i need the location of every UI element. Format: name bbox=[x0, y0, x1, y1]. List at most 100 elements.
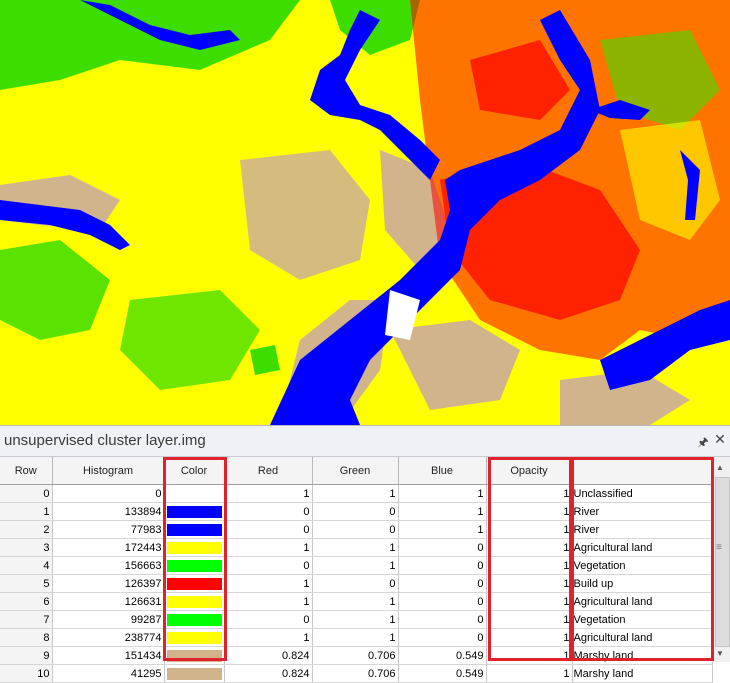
green-cell[interactable]: 0.706 bbox=[312, 646, 399, 665]
blue-cell[interactable]: 0 bbox=[398, 556, 487, 575]
blue-cell[interactable]: 0 bbox=[398, 574, 487, 593]
table-row[interactable]: 9 151434 0.824 0.706 0.549 1 Marshy land bbox=[0, 646, 713, 665]
row-number-cell[interactable]: 2 bbox=[0, 520, 53, 539]
histogram-cell[interactable]: 0 bbox=[52, 484, 165, 503]
color-swatch[interactable] bbox=[166, 559, 222, 572]
red-cell[interactable]: 0.824 bbox=[224, 664, 313, 683]
color-swatch[interactable] bbox=[166, 577, 222, 590]
red-cell[interactable]: 1 bbox=[224, 628, 313, 647]
table-row[interactable]: 8 238774 1 1 0 1 Agricultural land bbox=[0, 628, 713, 647]
row-number-cell[interactable]: 1 bbox=[0, 502, 53, 521]
column-header-histogram[interactable]: Histogram bbox=[52, 457, 165, 485]
color-swatch[interactable] bbox=[166, 523, 222, 536]
red-cell[interactable]: 1 bbox=[224, 484, 313, 503]
opacity-cell[interactable]: 1 bbox=[486, 502, 573, 521]
color-swatch[interactable] bbox=[166, 649, 222, 662]
red-cell[interactable]: 0 bbox=[224, 610, 313, 629]
close-icon[interactable]: ✕ bbox=[713, 431, 727, 448]
column-header-blue[interactable]: Blue bbox=[398, 457, 487, 485]
class-name-cell[interactable]: River bbox=[572, 520, 713, 539]
opacity-cell[interactable]: 1 bbox=[486, 484, 573, 503]
scrollbar-thumb[interactable] bbox=[715, 477, 730, 647]
blue-cell[interactable]: 0 bbox=[398, 628, 487, 647]
color-swatch[interactable] bbox=[166, 487, 222, 500]
green-cell[interactable]: 1 bbox=[312, 556, 399, 575]
green-cell[interactable]: 0.706 bbox=[312, 664, 399, 683]
row-number-cell[interactable]: 0 bbox=[0, 484, 53, 503]
green-cell[interactable]: 0 bbox=[312, 502, 399, 521]
red-cell[interactable]: 0.824 bbox=[224, 646, 313, 665]
blue-cell[interactable]: 0 bbox=[398, 610, 487, 629]
red-cell[interactable]: 0 bbox=[224, 556, 313, 575]
class-name-cell[interactable]: Vegetation bbox=[572, 610, 713, 629]
color-cell[interactable] bbox=[164, 610, 225, 629]
blue-cell[interactable]: 1 bbox=[398, 484, 487, 503]
row-number-cell[interactable]: 7 bbox=[0, 610, 53, 629]
row-number-cell[interactable]: 8 bbox=[0, 628, 53, 647]
green-cell[interactable]: 0 bbox=[312, 574, 399, 593]
column-header-class-name[interactable] bbox=[572, 457, 713, 485]
histogram-cell[interactable]: 238774 bbox=[52, 628, 165, 647]
red-cell[interactable]: 1 bbox=[224, 592, 313, 611]
vertical-scrollbar[interactable]: ▲ ≡ ▼ bbox=[712, 457, 730, 662]
class-name-cell[interactable]: Marshy land bbox=[572, 664, 713, 683]
histogram-cell[interactable]: 126397 bbox=[52, 574, 165, 593]
opacity-cell[interactable]: 1 bbox=[486, 574, 573, 593]
blue-cell[interactable]: 0 bbox=[398, 592, 487, 611]
row-number-cell[interactable]: 3 bbox=[0, 538, 53, 557]
column-header-green[interactable]: Green bbox=[312, 457, 399, 485]
class-name-cell[interactable]: Agricultural land bbox=[572, 538, 713, 557]
opacity-cell[interactable]: 1 bbox=[486, 664, 573, 683]
green-cell[interactable]: 1 bbox=[312, 610, 399, 629]
class-name-cell[interactable]: Agricultural land bbox=[572, 592, 713, 611]
histogram-cell[interactable]: 151434 bbox=[52, 646, 165, 665]
color-cell[interactable] bbox=[164, 556, 225, 575]
class-name-cell[interactable]: River bbox=[572, 502, 713, 521]
table-row[interactable]: 6 126631 1 1 0 1 Agricultural land bbox=[0, 592, 713, 611]
opacity-cell[interactable]: 1 bbox=[486, 520, 573, 539]
table-row[interactable]: 3 172443 1 1 0 1 Agricultural land bbox=[0, 538, 713, 557]
color-swatch[interactable] bbox=[166, 667, 222, 680]
column-header-row[interactable]: Row bbox=[0, 457, 53, 485]
row-number-cell[interactable]: 9 bbox=[0, 646, 53, 665]
class-name-cell[interactable]: Build up bbox=[572, 574, 713, 593]
pin-icon[interactable]: 🖈︎ bbox=[697, 433, 709, 454]
class-name-cell[interactable]: Unclassified bbox=[572, 484, 713, 503]
histogram-cell[interactable]: 77983 bbox=[52, 520, 165, 539]
blue-cell[interactable]: 0 bbox=[398, 538, 487, 557]
opacity-cell[interactable]: 1 bbox=[486, 646, 573, 665]
color-swatch[interactable] bbox=[166, 595, 222, 608]
class-name-cell[interactable]: Marshy land bbox=[572, 646, 713, 665]
histogram-cell[interactable]: 133894 bbox=[52, 502, 165, 521]
opacity-cell[interactable]: 1 bbox=[486, 628, 573, 647]
table-row[interactable]: 2 77983 0 0 1 1 River bbox=[0, 520, 713, 539]
column-header-red[interactable]: Red bbox=[224, 457, 313, 485]
red-cell[interactable]: 0 bbox=[224, 502, 313, 521]
color-cell[interactable] bbox=[164, 592, 225, 611]
color-cell[interactable] bbox=[164, 574, 225, 593]
color-swatch[interactable] bbox=[166, 631, 222, 644]
column-header-color[interactable]: Color bbox=[164, 457, 225, 485]
green-cell[interactable]: 1 bbox=[312, 484, 399, 503]
opacity-cell[interactable]: 1 bbox=[486, 592, 573, 611]
opacity-cell[interactable]: 1 bbox=[486, 610, 573, 629]
histogram-cell[interactable]: 172443 bbox=[52, 538, 165, 557]
blue-cell[interactable]: 0.549 bbox=[398, 664, 487, 683]
color-swatch[interactable] bbox=[166, 541, 222, 554]
color-cell[interactable] bbox=[164, 646, 225, 665]
row-number-cell[interactable]: 4 bbox=[0, 556, 53, 575]
green-cell[interactable]: 1 bbox=[312, 538, 399, 557]
blue-cell[interactable]: 1 bbox=[398, 502, 487, 521]
table-row[interactable]: 10 41295 0.824 0.706 0.549 1 Marshy land bbox=[0, 664, 713, 683]
color-cell[interactable] bbox=[164, 484, 225, 503]
blue-cell[interactable]: 1 bbox=[398, 520, 487, 539]
histogram-cell[interactable]: 41295 bbox=[52, 664, 165, 683]
table-row[interactable]: 0 0 1 1 1 1 Unclassified bbox=[0, 484, 713, 503]
color-swatch[interactable] bbox=[166, 505, 222, 518]
red-cell[interactable]: 1 bbox=[224, 574, 313, 593]
histogram-cell[interactable]: 99287 bbox=[52, 610, 165, 629]
table-row[interactable]: 4 156663 0 1 0 1 Vegetation bbox=[0, 556, 713, 575]
green-cell[interactable]: 1 bbox=[312, 628, 399, 647]
table-row[interactable]: 5 126397 1 0 0 1 Build up bbox=[0, 574, 713, 593]
row-number-cell[interactable]: 6 bbox=[0, 592, 53, 611]
